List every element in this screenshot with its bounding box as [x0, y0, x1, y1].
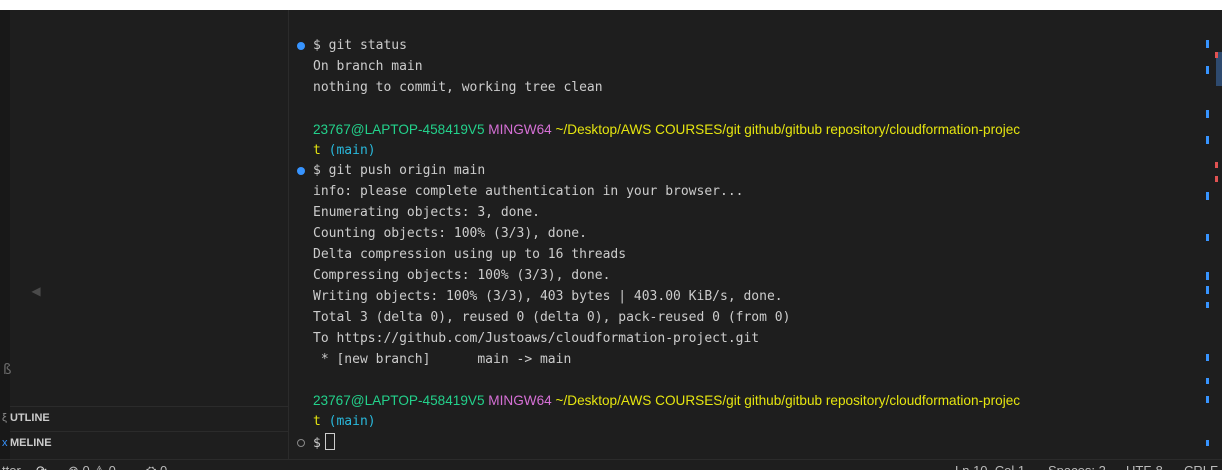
prompt-path: ~/Desktop/AWS COURSES/git github/gitbub … [555, 121, 1021, 137]
command-pending-icon[interactable] [297, 439, 305, 448]
outline-label: UTLINE [10, 412, 50, 424]
warning-icon: ⚠ [93, 463, 105, 470]
terminal-scrollbar[interactable] [1202, 10, 1222, 459]
outline-section-header[interactable]: ξ UTLINE [2, 406, 288, 429]
cursor-position[interactable]: Ln 10, Col 1 [955, 460, 1025, 470]
ruler-mark [1215, 162, 1218, 168]
prompt-user: 23767@LAPTOP-458419V5 [313, 393, 485, 409]
terminal-output-line: Enumerating objects: 3, done. [313, 205, 540, 221]
ruler-mark [1206, 40, 1209, 48]
ruler-mark [1206, 440, 1209, 446]
warning-count: 0 [109, 463, 116, 470]
terminal-output-line: To https://github.com/Justoaws/cloudform… [313, 330, 760, 346]
ruler-mark [1206, 272, 1209, 280]
command-success-icon[interactable] [297, 42, 305, 50]
sync-icon[interactable]: ⟳ [36, 460, 47, 470]
ports-indicator[interactable]: ⛭ 0 [146, 460, 167, 470]
outline-toggle-icon: ξ [2, 412, 7, 424]
terminal-prompt-wrap-line: t (main) [313, 141, 376, 161]
terminal-output-line: Delta compression using up to 16 threads [313, 247, 627, 262]
ruler-mark [1206, 302, 1209, 308]
timeline-label: MELINE [10, 437, 52, 449]
encoding-indicator[interactable]: UTF-8 [1126, 460, 1163, 470]
terminal-prompt-wrap-line: t (main) [313, 412, 376, 432]
command-success-icon[interactable] [297, 167, 305, 176]
ruler-mark [1206, 136, 1209, 144]
prompt-branch: (main) [328, 142, 376, 158]
terminal-output-line: On branch main [313, 58, 423, 74]
prompt-path: ~/Desktop/AWS COURSES/git github/gitbub … [555, 393, 1021, 409]
status-bar: tter ⟳ ⊗ 0 ⚠ 0 ⛭ 0 Ln 10, Col 1 Spaces: … [0, 459, 1222, 470]
terminal-output-line: Writing objects: 100% (3/3), 403 bytes |… [313, 288, 783, 304]
vscode-window: ◀ ß ξ UTLINE x MELINE $ git status On bra… [0, 10, 1222, 470]
terminal-cursor [324, 433, 335, 451]
terminal-output-line: Counting objects: 100% (3/3), done. [313, 226, 587, 242]
ruler-mark [1206, 192, 1209, 200]
ruler-mark [1206, 66, 1209, 74]
ports-icon: ⛭ [146, 463, 156, 470]
prompt-system: MINGW64 [488, 393, 552, 409]
activity-bar [0, 10, 10, 459]
ruler-mark [1206, 110, 1209, 118]
terminal-command-line: $ git status [313, 38, 407, 53]
prompt-branch: (main) [328, 414, 376, 430]
ruler-mark [1206, 286, 1209, 294]
indentation-indicator[interactable]: Spaces: 2 [1048, 460, 1106, 470]
timeline-toggle-icon: x [2, 437, 8, 449]
error-icon: ⊗ [68, 463, 79, 470]
terminal-output-line: info: please complete authentication in … [313, 184, 744, 200]
terminal-command-line: $ git push origin main [313, 163, 486, 179]
problems-indicator[interactable]: ⊗ 0 ⚠ 0 [68, 460, 116, 470]
prompt-symbol: $ [313, 436, 321, 452]
terminal-output-line: * [new branch] main -> main [313, 351, 572, 367]
terminal-input-line[interactable]: $ [313, 433, 335, 453]
prompt-path-tail: t [313, 142, 321, 158]
terminal-prompt-line: 23767@LAPTOP-458419V5 MINGW64 ~/Desktop/… [313, 391, 1020, 411]
ruler-mark [1206, 396, 1209, 403]
terminal-panel[interactable]: $ git status On branch main nothing to com… [289, 10, 1222, 459]
terminal-output-line: Total 3 (delta 0), reused 0 (delta 0), p… [313, 309, 791, 325]
status-left-text[interactable]: tter [2, 460, 21, 470]
error-count: 0 [83, 463, 90, 470]
prompt-user: 23767@LAPTOP-458419V5 [313, 121, 485, 137]
ports-count: 0 [160, 463, 167, 470]
sidebar: ◀ ß ξ UTLINE x MELINE [0, 10, 289, 459]
ruler-mark [1206, 234, 1209, 241]
timeline-section-header[interactable]: x MELINE [2, 431, 288, 454]
prompt-path-tail: t [313, 414, 321, 430]
ruler-mark [1206, 378, 1209, 384]
prompt-system: MINGW64 [488, 121, 552, 137]
sidebar-glyph: ß [3, 362, 12, 378]
collapse-arrow-icon[interactable]: ◀ [26, 276, 46, 306]
ruler-mark [1215, 52, 1218, 58]
terminal-prompt-line: 23767@LAPTOP-458419V5 MINGW64 ~/Desktop/… [313, 120, 1020, 140]
eol-indicator[interactable]: CRLF [1184, 460, 1218, 470]
terminal-output-line: nothing to commit, working tree clean [313, 79, 603, 95]
terminal-output-line: Compressing objects: 100% (3/3), done. [313, 267, 611, 283]
ruler-mark [1215, 176, 1218, 182]
ruler-mark [1206, 354, 1209, 361]
